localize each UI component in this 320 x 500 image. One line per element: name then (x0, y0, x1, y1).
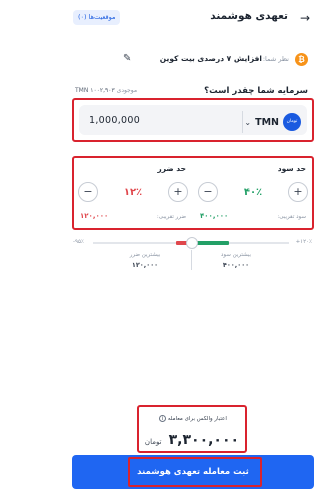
stop-loss-decrease-button[interactable]: − (78, 182, 98, 202)
amount-question: سرمایه شما چقدر است؟ (204, 86, 308, 96)
take-profit-range-bar (193, 241, 229, 245)
back-arrow-icon[interactable]: → (300, 11, 310, 25)
amount-input-field[interactable]: ⌄ TMN تومان 1,000,000 (79, 105, 307, 135)
bitcoin-icon: ₿ (295, 53, 308, 66)
max-loss-value: ۱۲۰,۰۰۰ (131, 261, 159, 269)
toman-currency-icon: تومان (283, 113, 301, 131)
stop-loss-increase-button[interactable]: + (168, 182, 188, 202)
credit-total-unit: تومان (144, 438, 162, 446)
credit-total-value: ۳,۳۰۰,۰۰۰ (168, 432, 240, 448)
credit-label: اعتبار والکس برای معامله (167, 416, 227, 422)
opinion-label: نظر شما: (262, 55, 289, 63)
take-profit-decrease-button[interactable]: − (198, 182, 218, 202)
submit-label[interactable]: ثبت معامله تعهدی هوشمند (72, 455, 314, 489)
edit-pencil-icon[interactable]: ✎ (123, 53, 131, 64)
take-profit-percent[interactable]: ۴۰٪ (244, 187, 262, 198)
take-profit-estimate: سود تقریبی: ۴۰۰,۰۰۰ (200, 212, 306, 220)
range-slider: +۱۲۰٪ -۹۵٪ بیشترین سود ۴۰۰,۰۰۰ بیشترین ض… (65, 236, 320, 296)
currency-selector[interactable]: ⌄ TMN تومان (244, 112, 301, 132)
inventory-value: TMN ۱۰۰۲,۹۰۳ (75, 87, 115, 94)
app-header: → تعهدی هوشمند موقعیت‌ها (۰) (65, 0, 320, 38)
max-profit-value: ۴۰۰,۰۰۰ (222, 261, 250, 269)
take-profit-estimate-value: ۴۰۰,۰۰۰ (200, 212, 229, 220)
amount-highlight: ⌄ TMN تومان 1,000,000 (72, 98, 314, 142)
divider (242, 111, 243, 133)
credit-total: ۳,۳۰۰,۰۰۰ تومان (139, 429, 245, 448)
take-profit-section: حد سود − ۴۰٪ + سود تقریبی: ۴۰۰,۰۰۰ (194, 158, 312, 228)
submit-area: ثبت معامله تعهدی هوشمند (72, 455, 314, 491)
slider-max-label: +۱۲۰٪ (295, 239, 312, 245)
chevron-down-icon: ⌄ (244, 117, 252, 127)
opinion-value: افزایش ۷ درصدی بیت کوین (159, 54, 262, 63)
stop-loss-estimate-label: ضرر تقریبی: (156, 214, 186, 220)
take-profit-estimate-label: سود تقریبی: (277, 214, 306, 220)
stop-loss-percent[interactable]: ۱۲٪ (124, 187, 142, 198)
opinion-row: ₿ نظر شما: افزایش ۷ درصدی بیت کوین ✎ (65, 52, 320, 70)
max-loss-label: بیشترین ضرر (129, 252, 161, 258)
inventory-info: موجودی TMN ۱۰۰۲,۹۰۳ (75, 87, 137, 94)
credit-label-row: اعتبار والکس برای معامله i (139, 415, 245, 422)
currency-code: TMN (255, 116, 279, 128)
stop-loss-estimate: ضرر تقریبی: ۱۲۰,۰۰۰ (80, 212, 186, 220)
max-profit-label: بیشترین سود (220, 252, 252, 258)
slider-handle[interactable] (186, 237, 198, 249)
stop-loss-stepper: − ۱۲٪ + (78, 180, 188, 204)
take-profit-title: حد سود (277, 164, 306, 173)
take-profit-increase-button[interactable]: + (288, 182, 308, 202)
amount-input[interactable]: 1,000,000 (89, 115, 140, 126)
take-profit-stepper: − ۴۰٪ + (198, 180, 308, 204)
inventory-label: موجودی (116, 87, 138, 94)
stop-loss-estimate-value: ۱۲۰,۰۰۰ (80, 212, 109, 220)
positions-button[interactable]: موقعیت‌ها (۰) (73, 10, 121, 25)
slider-stem (191, 250, 192, 270)
page-title: تعهدی هوشمند (210, 10, 288, 22)
trade-summary: اعتبار والکس برای معامله i ۳,۳۰۰,۰۰۰ توم… (137, 405, 247, 453)
info-icon[interactable]: i (159, 415, 167, 422)
tp-sl-highlight: حد سود − ۴۰٪ + سود تقریبی: ۴۰۰,۰۰۰ حد ضر… (72, 156, 314, 230)
stop-loss-section: حد ضرر − ۱۲٪ + ضرر تقریبی: ۱۲۰,۰۰۰ (74, 158, 192, 228)
stop-loss-title: حد ضرر (157, 164, 186, 173)
slider-min-label: -۹۵٪ (73, 239, 84, 245)
